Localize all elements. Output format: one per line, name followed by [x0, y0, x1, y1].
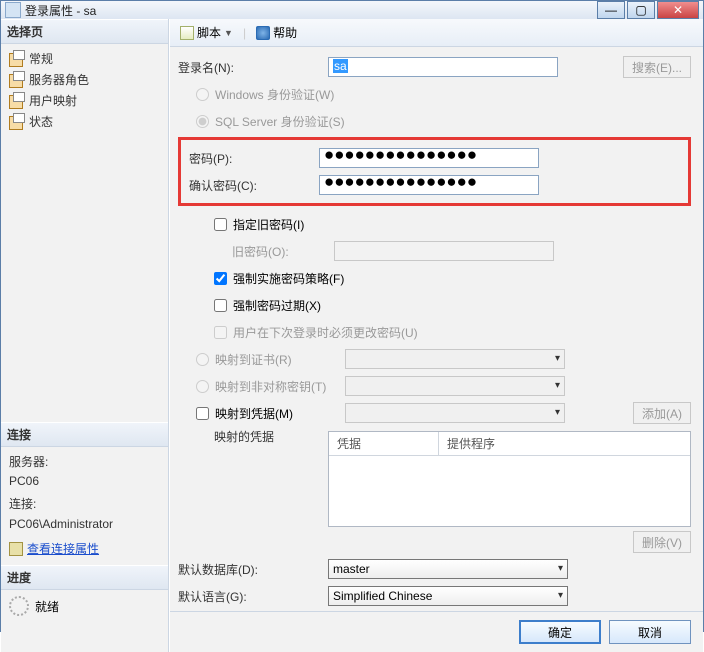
sidebar: 选择页 常规 服务器角色 用户映射 状态 连接 服务器: PC06 连接: PC…	[1, 19, 169, 652]
progress-header: 进度	[1, 565, 168, 590]
windows-auth-label: Windows 身份验证(W)	[215, 86, 334, 103]
close-button[interactable]: ✕	[657, 1, 699, 19]
key-combo	[345, 376, 565, 396]
mapped-cred-label: 映射的凭据	[178, 428, 328, 445]
cred-combo	[345, 403, 565, 423]
credentials-list[interactable]: 凭据 提供程序	[328, 431, 691, 527]
page-icon	[9, 94, 25, 108]
help-label: 帮助	[273, 24, 297, 41]
chevron-down-icon: ▼	[224, 28, 233, 38]
map-cred-label: 映射到凭据(M)	[215, 405, 345, 422]
policy-checkbox[interactable]	[214, 272, 227, 285]
sidebar-item-server-roles[interactable]: 服务器角色	[3, 69, 166, 90]
sidebar-item-label: 常规	[29, 50, 53, 67]
page-icon	[9, 73, 25, 87]
map-cert-radio	[196, 353, 209, 366]
cred-col-name: 凭据	[329, 432, 439, 455]
password-label: 密码(P):	[189, 150, 319, 167]
map-cred-checkbox[interactable]	[196, 407, 209, 420]
password-input[interactable]: ●●●●●●●●●●●●●●●	[319, 148, 539, 168]
connection-label: 连接:	[9, 495, 160, 514]
server-label: 服务器:	[9, 453, 160, 472]
old-password-input	[334, 241, 554, 261]
window-title: 登录属性 - sa	[25, 2, 597, 19]
help-button[interactable]: 帮助	[252, 22, 301, 43]
default-lang-combo[interactable]: Simplified Chinese	[328, 586, 568, 606]
script-button[interactable]: 脚本 ▼	[176, 22, 237, 43]
confirm-password-label: 确认密码(C):	[189, 177, 319, 194]
confirm-password-input[interactable]: ●●●●●●●●●●●●●●●	[319, 175, 539, 195]
properties-icon	[9, 542, 23, 556]
connection-header: 连接	[1, 422, 168, 447]
sidebar-item-status[interactable]: 状态	[3, 111, 166, 132]
policy-label: 强制实施密码策略(F)	[233, 270, 344, 287]
cred-col-provider: 提供程序	[439, 432, 503, 455]
expire-checkbox[interactable]	[214, 299, 227, 312]
old-password-checkbox[interactable]	[214, 218, 227, 231]
windows-auth-radio	[196, 88, 209, 101]
delete-button: 删除(V)	[633, 531, 691, 553]
sidebar-item-user-mapping[interactable]: 用户映射	[3, 90, 166, 111]
maximize-button[interactable]: ▢	[627, 1, 655, 19]
minimize-button[interactable]: —	[597, 1, 625, 19]
ok-button[interactable]: 确定	[519, 620, 601, 644]
login-name-input[interactable]: sa	[328, 57, 558, 77]
login-name-label: 登录名(N):	[178, 59, 328, 76]
sidebar-item-label: 状态	[29, 113, 53, 130]
default-db-combo[interactable]: master	[328, 559, 568, 579]
sql-auth-radio	[196, 115, 209, 128]
map-key-label: 映射到非对称密钥(T)	[215, 378, 345, 395]
toolbar: 脚本 ▼ | 帮助	[170, 19, 703, 47]
old-password-label: 旧密码(O):	[214, 243, 334, 260]
sql-auth-label: SQL Server 身份验证(S)	[215, 113, 345, 130]
old-password-chk-label: 指定旧密码(I)	[233, 216, 304, 233]
view-connection-link[interactable]: 查看连接属性	[27, 540, 99, 559]
page-icon	[9, 52, 25, 66]
sidebar-item-label: 服务器角色	[29, 71, 89, 88]
map-cert-label: 映射到证书(R)	[215, 351, 345, 368]
status-text: 就绪	[35, 598, 59, 615]
cancel-button[interactable]: 取消	[609, 620, 691, 644]
script-icon	[180, 26, 194, 40]
page-icon	[9, 115, 25, 129]
expire-label: 强制密码过期(X)	[233, 297, 321, 314]
select-page-header: 选择页	[1, 19, 168, 44]
add-button: 添加(A)	[633, 402, 691, 424]
server-value: PC06	[9, 472, 160, 491]
default-db-label: 默认数据库(D):	[178, 561, 328, 578]
connection-value: PC06\Administrator	[9, 515, 160, 534]
titlebar: 登录属性 - sa — ▢ ✕	[1, 1, 703, 19]
default-lang-label: 默认语言(G):	[178, 588, 328, 605]
highlight-box: 密码(P): ●●●●●●●●●●●●●●● 确认密码(C): ●●●●●●●●…	[178, 137, 691, 206]
must-change-checkbox	[214, 326, 227, 339]
app-icon	[5, 2, 21, 18]
map-key-radio	[196, 380, 209, 393]
cert-combo	[345, 349, 565, 369]
sidebar-item-general[interactable]: 常规	[3, 48, 166, 69]
help-icon	[256, 26, 270, 40]
search-button: 搜索(E)...	[623, 56, 691, 78]
must-change-label: 用户在下次登录时必须更改密码(U)	[233, 324, 418, 341]
spinner-icon	[9, 596, 29, 616]
script-label: 脚本	[197, 24, 221, 41]
sidebar-item-label: 用户映射	[29, 92, 77, 109]
